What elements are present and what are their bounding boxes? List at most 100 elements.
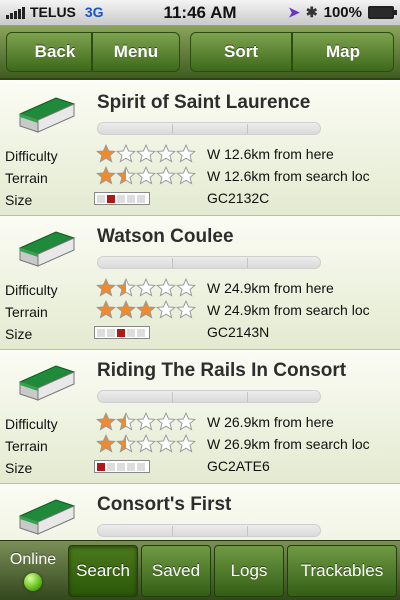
distance-from-search: W 26.9km from search loc	[207, 436, 370, 452]
star-half-icon	[116, 434, 136, 453]
star-empty-icon	[156, 278, 176, 297]
star-empty-icon	[176, 412, 196, 431]
cache-list-item[interactable]: Spirit of Saint Laurence Difficulty W 12…	[0, 82, 400, 216]
map-button-label: Map	[326, 42, 360, 61]
star-full-icon	[96, 144, 116, 163]
star-empty-icon	[176, 278, 196, 297]
battery-icon	[368, 6, 397, 19]
star-full-icon	[96, 434, 116, 453]
tab-trackables-label: Trackables	[300, 561, 384, 580]
difficulty-stars	[96, 144, 196, 164]
star-full-icon	[96, 166, 116, 185]
progress-track	[97, 256, 321, 269]
map-button[interactable]: Map	[292, 32, 394, 72]
cache-list-item[interactable]: Riding The Rails In Consort Difficulty W…	[0, 350, 400, 484]
back-button[interactable]: Back	[6, 32, 92, 72]
cache-code: GC2143N	[207, 324, 270, 340]
size-segment	[117, 462, 125, 471]
size-segment	[97, 462, 105, 471]
size-segment	[117, 194, 125, 203]
sort-button[interactable]: Sort	[190, 32, 292, 72]
status-right: ➤ ✱ 100%	[288, 4, 397, 21]
size-segment	[107, 328, 115, 337]
bottom-tab-bar: Online Search Saved Logs Trackables	[0, 540, 400, 600]
tab-saved-label: Saved	[151, 561, 201, 580]
terrain-label: Terrain	[5, 438, 48, 454]
star-full-icon	[136, 300, 156, 319]
difficulty-stars	[96, 278, 196, 298]
star-empty-icon	[156, 434, 176, 453]
star-empty-icon	[116, 144, 136, 163]
location-arrow-icon: ➤	[288, 4, 300, 20]
star-empty-icon	[176, 144, 196, 163]
tab-search-label: Search	[76, 561, 130, 580]
star-half-icon	[116, 278, 136, 297]
geocache-box-icon	[18, 499, 76, 535]
star-full-icon	[96, 412, 116, 431]
terrain-stars	[96, 166, 196, 186]
tab-search[interactable]: Search	[68, 545, 138, 597]
cache-name: Spirit of Saint Laurence	[97, 92, 311, 113]
star-empty-icon	[136, 166, 156, 185]
distance-from-here: W 24.9km from here	[207, 280, 334, 296]
sort-button-label: Sort	[224, 42, 258, 61]
size-indicator	[94, 192, 150, 205]
star-half-icon	[116, 166, 136, 185]
cache-list-item[interactable]: Watson Coulee Difficulty W 24.9km from h…	[0, 216, 400, 350]
size-label: Size	[5, 460, 33, 476]
star-full-icon	[116, 300, 136, 319]
terrain-stars	[96, 434, 196, 454]
size-segment	[137, 328, 145, 337]
cache-code: GC2132C	[207, 190, 270, 206]
star-empty-icon	[156, 166, 176, 185]
difficulty-label: Difficulty	[5, 282, 58, 298]
cache-code: GC2ATE6	[207, 458, 270, 474]
difficulty-label: Difficulty	[5, 148, 58, 164]
online-label: Online	[9, 551, 57, 568]
size-segment	[137, 194, 145, 203]
difficulty-stars	[96, 412, 196, 432]
size-label: Size	[5, 192, 33, 208]
size-label: Size	[5, 326, 33, 342]
tab-saved[interactable]: Saved	[141, 545, 211, 597]
size-segment	[127, 328, 135, 337]
progress-track	[97, 524, 321, 537]
distance-from-here: W 12.6km from here	[207, 146, 334, 162]
size-segment	[117, 328, 125, 337]
progress-track	[97, 390, 321, 403]
difficulty-label: Difficulty	[5, 416, 58, 432]
star-empty-icon	[156, 144, 176, 163]
cache-name: Riding The Rails In Consort	[97, 360, 347, 381]
star-empty-icon	[136, 144, 156, 163]
star-empty-icon	[176, 166, 196, 185]
back-button-label: Back	[34, 42, 76, 61]
cache-list-item[interactable]: Consort's First	[0, 484, 400, 540]
cache-name: Consort's First	[97, 494, 232, 515]
tab-logs[interactable]: Logs	[214, 545, 284, 597]
distance-from-search: W 24.9km from search loc	[207, 302, 370, 318]
size-indicator	[94, 326, 150, 339]
size-segment	[127, 194, 135, 203]
terrain-label: Terrain	[5, 170, 48, 186]
menu-button[interactable]: Menu	[92, 32, 180, 72]
battery-percent: 100%	[323, 4, 362, 21]
distance-from-here: W 26.9km from here	[207, 414, 334, 430]
star-empty-icon	[176, 300, 196, 319]
distance-from-search: W 12.6km from search loc	[207, 168, 370, 184]
star-full-icon	[96, 278, 116, 297]
status-bar: TELUS 3G 11:46 AM ➤ ✱ 100%	[0, 0, 400, 26]
size-segment	[137, 462, 145, 471]
online-indicator-icon	[24, 573, 42, 591]
size-segment	[107, 462, 115, 471]
online-status[interactable]: Online	[0, 541, 66, 600]
menu-button-label: Menu	[113, 42, 159, 61]
star-empty-icon	[176, 434, 196, 453]
cache-list[interactable]: Spirit of Saint Laurence Difficulty W 12…	[0, 82, 400, 540]
tab-trackables[interactable]: Trackables	[287, 545, 397, 597]
star-half-icon	[116, 412, 136, 431]
geocache-box-icon	[18, 97, 76, 133]
star-empty-icon	[156, 300, 176, 319]
star-empty-icon	[156, 412, 176, 431]
terrain-label: Terrain	[5, 304, 48, 320]
size-segment	[107, 194, 115, 203]
